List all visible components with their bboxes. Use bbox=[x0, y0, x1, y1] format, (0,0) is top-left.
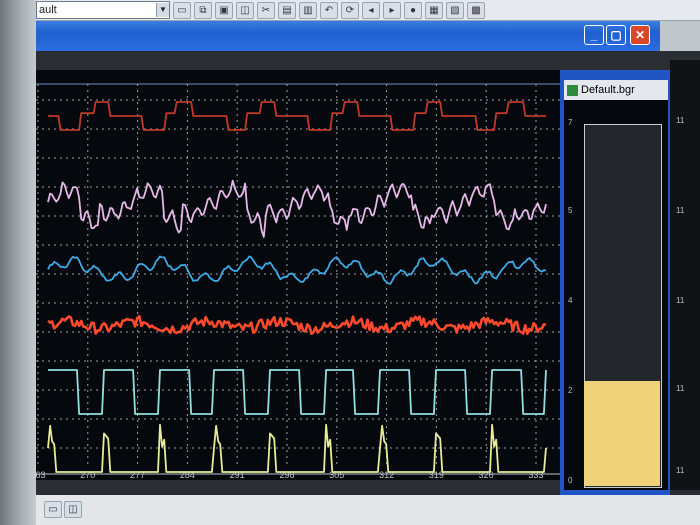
series-line bbox=[47, 179, 547, 238]
restore-button[interactable]: ▢ bbox=[606, 25, 626, 45]
forward-icon[interactable]: ▸ bbox=[383, 1, 401, 19]
second-meter-panel bbox=[670, 60, 700, 490]
right-scale-label: 11 bbox=[676, 466, 685, 475]
toolbar: ault ▼ ▭ ⧉ ▣ ◫ ✂ ▤ ▥ ↶ ⟳ ◂ ▸ ● ▦ ▧ ▩ bbox=[36, 0, 700, 21]
right-scale-label: 11 bbox=[676, 116, 685, 125]
image-icon[interactable]: ◫ bbox=[236, 1, 254, 19]
cascade-icon[interactable]: ▧ bbox=[446, 1, 464, 19]
monitor-bezel bbox=[0, 0, 36, 525]
right-scale-label: 11 bbox=[676, 206, 685, 215]
right-scale-label: 11 bbox=[676, 296, 685, 305]
redo-icon[interactable]: ⟳ bbox=[341, 1, 359, 19]
window-icon[interactable]: ▣ bbox=[215, 1, 233, 19]
grid-icon[interactable]: ▩ bbox=[467, 1, 485, 19]
bar-window-title: Default.bgr bbox=[581, 84, 635, 96]
layout-combo[interactable]: ault ▼ bbox=[36, 1, 170, 19]
back-icon[interactable]: ◂ bbox=[362, 1, 380, 19]
clipboard-icon[interactable]: ▥ bbox=[299, 1, 317, 19]
open-folder-icon[interactable]: ▭ bbox=[173, 1, 191, 19]
close-button[interactable]: ✕ bbox=[630, 25, 650, 45]
bar-window-titlebar[interactable]: Default.bgr bbox=[564, 80, 668, 100]
minimize-button[interactable]: _ bbox=[584, 25, 604, 45]
layout-combo-value: ault bbox=[39, 4, 57, 16]
bar-scale-label: 7 bbox=[568, 118, 573, 127]
undo-icon[interactable]: ↶ bbox=[320, 1, 338, 19]
graph-window-titlebar[interactable]: _ ▢ ✕ bbox=[36, 21, 660, 51]
series-line bbox=[47, 423, 547, 473]
bar-scale-label: 2 bbox=[568, 386, 573, 395]
bar-scale-label: 0 bbox=[568, 476, 573, 485]
series-line bbox=[48, 369, 547, 415]
bar-window-icon bbox=[567, 84, 578, 96]
signal-chart-svg: 263270277284291298305312319326333 bbox=[30, 83, 560, 480]
chevron-down-icon[interactable]: ▼ bbox=[156, 3, 169, 17]
view-icon[interactable]: ◫ bbox=[64, 501, 82, 518]
copy-icon[interactable]: ⧉ bbox=[194, 1, 212, 19]
series-line bbox=[47, 314, 547, 336]
tile-icon[interactable]: ▦ bbox=[425, 1, 443, 19]
status-bar: ▭ ◫ bbox=[36, 495, 700, 525]
page-icon[interactable]: ▭ bbox=[44, 501, 62, 518]
record-icon[interactable]: ● bbox=[404, 1, 422, 19]
bar-scale-label: 5 bbox=[568, 206, 573, 215]
x-tick-label: 263 bbox=[36, 470, 46, 480]
series-line bbox=[48, 101, 546, 131]
cut-icon[interactable]: ✂ bbox=[257, 1, 275, 19]
series-line bbox=[47, 255, 547, 285]
bar-meter-fill bbox=[584, 381, 660, 486]
bar-scale-label: 4 bbox=[568, 296, 573, 305]
signal-chart: 263270277284291298305312319326333 bbox=[30, 70, 560, 480]
paste-icon[interactable]: ▤ bbox=[278, 1, 296, 19]
right-scale-label: 11 bbox=[676, 384, 685, 393]
